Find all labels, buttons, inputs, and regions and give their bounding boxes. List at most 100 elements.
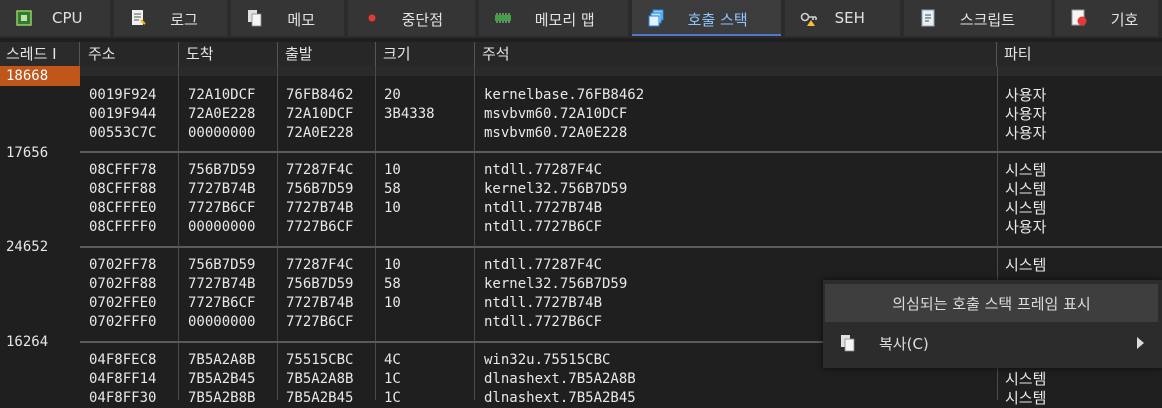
cell-from: 72A0E228 (286, 125, 354, 141)
thread-id[interactable]: 24652 (0, 237, 80, 257)
menu-item-copy[interactable]: 복사(C) (825, 324, 1158, 362)
cell-party: 시스템 (1005, 389, 1047, 407)
cell-from: 756B7D59 (286, 181, 354, 197)
tab-symbols[interactable]: 기호 (1054, 0, 1158, 36)
column-header-from[interactable]: 출발 (279, 42, 376, 66)
notes-icon (248, 10, 262, 27)
table-row[interactable]: 04F8FF14 7B5A2B45 7B5A2A8B 1C dlnashext.7B5A… (80, 370, 1162, 389)
cell-size: 58 (384, 181, 401, 197)
cell-size: 20 (384, 87, 401, 103)
menu-item-label: 복사(C) (879, 334, 929, 353)
tab-log[interactable]: 로그 (114, 0, 228, 36)
cell-size: 10 (384, 257, 401, 273)
table-row[interactable]: 04F8FF30 7B5A2B8B 7B5A2B45 1C dlnashext.7B5A… (80, 389, 1162, 408)
table-row[interactable]: 00553C7C 00000000 72A0E228 msvbvm60.72A0E22… (80, 124, 1162, 143)
cell-to: 756B7D59 (188, 162, 256, 178)
tab-memory-map[interactable]: 메모리 맵 (478, 0, 628, 36)
column-header-thread[interactable]: 스레드 I (0, 42, 80, 66)
tab-label: 메모 (287, 11, 316, 29)
memory-map-icon (494, 13, 511, 23)
tab-notes[interactable]: 메모 (231, 0, 344, 36)
table-row[interactable]: 08CFFF88 7727B74B 756B7D59 58 kernel32.756B7… (80, 180, 1162, 199)
cell-party: 시스템 (1005, 161, 1047, 179)
cell-comment: kernelbase.76FB8462 (484, 87, 645, 103)
cell-address: 04F8FF14 (89, 371, 157, 387)
submenu-arrow-icon (1137, 337, 1144, 349)
call-stack-icon (648, 9, 664, 27)
table-row[interactable]: 08CFFF78 756B7D59 77287F4C 10 ntdll.77287F4C… (80, 161, 1162, 180)
cell-to: 7B5A2B8B (188, 390, 256, 406)
symbols-icon (1071, 9, 1087, 26)
cell-address: 00553C7C (89, 125, 157, 141)
group-separator (80, 151, 1162, 153)
cell-size (384, 218, 472, 237)
tab-breakpoints[interactable]: 중단점 (347, 0, 475, 36)
menu-item-show-suspicious-frames[interactable]: 의심되는 호출 스택 프레임 표시 (825, 284, 1158, 322)
table-row[interactable]: 08CFFFE0 7727B6CF 7727B74B 10 ntdll.7727B74B… (80, 199, 1162, 218)
cell-size: 10 (384, 295, 401, 311)
cell-address: 0702FFE0 (89, 295, 157, 311)
cell-comment: dlnashext.7B5A2B45 (484, 390, 636, 406)
column-header-to[interactable]: 도착 (180, 42, 278, 66)
cell-address: 04F8FEC8 (89, 352, 157, 368)
column-header-party[interactable]: 파티 (998, 42, 1162, 66)
cell-to: 00000000 (188, 314, 256, 330)
cell-size: 58 (384, 276, 401, 292)
cell-to: 7B5A2A8B (188, 352, 256, 368)
script-icon (921, 9, 935, 27)
cell-party: 시스템 (1005, 256, 1047, 274)
tab-label: CPU (52, 9, 83, 27)
cell-address: 04F8FF30 (89, 390, 157, 406)
cell-comment: msvbvm60.72A10DCF (484, 106, 628, 122)
group-separator (80, 246, 1162, 248)
tab-seh[interactable]: SEH (784, 0, 900, 36)
cell-from: 77287F4C (286, 162, 354, 178)
column-header-size[interactable]: 크기 (377, 42, 475, 66)
cell-from: 7727B74B (286, 200, 354, 216)
column-header-address[interactable]: 주소 (82, 42, 179, 66)
table-row[interactable]: 0019F944 72A0E228 72A10DCF 3B4338 msvbvm60.7… (80, 105, 1162, 124)
cell-from: 72A10DCF (286, 106, 354, 122)
log-icon (132, 10, 146, 25)
seh-icon (800, 12, 817, 26)
table-row[interactable]: 0019F924 72A10DCF 76FB8462 20 kernelbase.76F… (80, 86, 1162, 105)
cell-size: 10 (384, 162, 401, 178)
cell-from: 756B7D59 (286, 276, 354, 292)
cell-size: 3B4338 (384, 106, 435, 122)
group-spacer (80, 66, 1162, 76)
column-header-comment[interactable]: 주석 (476, 42, 997, 66)
cell-to: 7B5A2B45 (188, 371, 256, 387)
cell-address: 0702FF88 (89, 276, 157, 292)
tab-label: 중단점 (401, 11, 444, 29)
cell-address: 0019F924 (89, 87, 157, 103)
cell-from: 7727B74B (286, 295, 354, 311)
thread-id[interactable]: 17656 (0, 143, 80, 163)
menu-item-label: 의심되는 호출 스택 프레임 표시 (892, 294, 1091, 313)
cell-from: 7B5A2B45 (286, 390, 354, 406)
thread-id-selected[interactable]: 18668 (0, 66, 80, 86)
tab-script[interactable]: 스크립트 (903, 0, 1051, 36)
cell-address: 0019F944 (89, 106, 157, 122)
cell-party: 사용자 (1005, 218, 1047, 236)
tab-label: 로그 (170, 11, 198, 29)
breakpoint-icon (368, 14, 376, 22)
cell-comment: ntdll.77287F4C (484, 162, 603, 178)
tab-cpu[interactable]: CPU (0, 0, 111, 36)
table-row[interactable]: 08CFFFF0 00000000 7727B6CF ntdll.7727B6CF 사용… (80, 218, 1162, 237)
cell-address: 08CFFFE0 (89, 200, 157, 216)
cell-to: 756B7D59 (188, 257, 256, 273)
cell-from: 7B5A2A8B (286, 371, 354, 387)
cell-from: 77287F4C (286, 257, 354, 273)
thread-id[interactable]: 16264 (0, 332, 80, 352)
tab-bar: CPU 로그 메모 중단점 메모리 맵 호출 스택 SEH 스크립트 기호 (0, 0, 1162, 38)
column-header-row: 스레드 I 주소 도착 출발 크기 주석 파티 (0, 42, 1162, 66)
cell-comment: msvbvm60.72A0E228 (484, 125, 628, 141)
cell-party: 사용자 (1005, 86, 1047, 104)
cell-to: 72A10DCF (188, 87, 256, 103)
context-menu: 의심되는 호출 스택 프레임 표시 복사(C) (823, 280, 1162, 368)
tab-call-stack[interactable]: 호출 스택 (631, 0, 781, 36)
table-row[interactable]: 0702FF78 756B7D59 77287F4C 10 ntdll.77287F4C… (80, 256, 1162, 275)
cell-address: 0702FF78 (89, 257, 157, 273)
cell-from: 7727B6CF (286, 219, 354, 235)
cell-to: 00000000 (188, 125, 256, 141)
